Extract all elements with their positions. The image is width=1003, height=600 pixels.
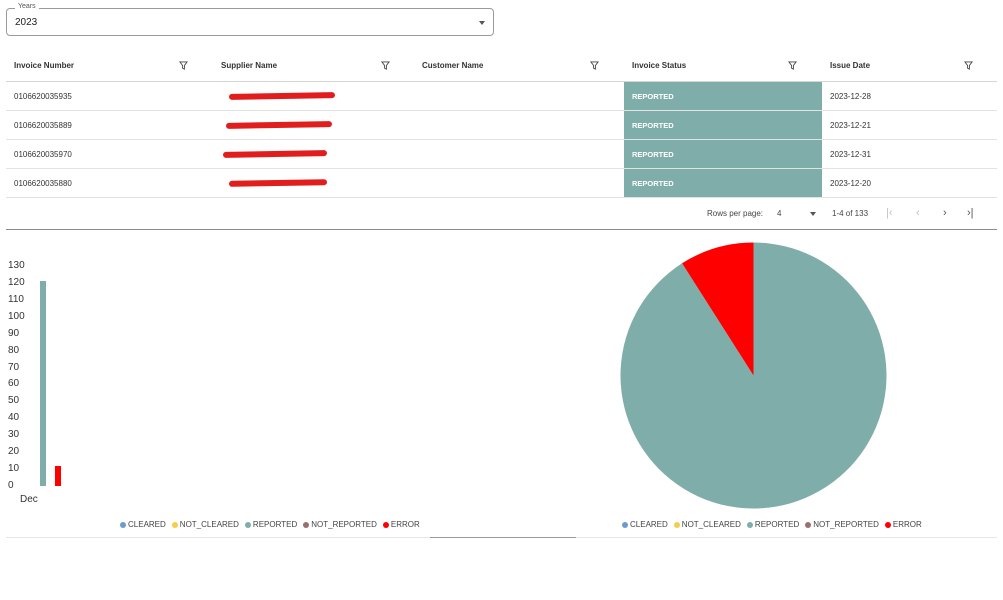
supplier-name-redacted xyxy=(213,111,414,139)
legend-item-cleared[interactable]: CLEARED xyxy=(120,520,166,529)
legend-item-error[interactable]: ERROR xyxy=(884,520,922,529)
y-tick-label: 30 xyxy=(8,429,20,441)
legend-dot-icon xyxy=(382,521,389,528)
y-tick-label: 100 xyxy=(8,310,25,322)
issue-date: 2023-12-31 xyxy=(830,149,871,159)
legend-label: NOT_CLEARED xyxy=(681,520,741,529)
invoice-number: 0106620035880 xyxy=(14,178,72,188)
legend-item-reported[interactable]: REPORTED xyxy=(746,520,800,529)
filter-icon[interactable] xyxy=(964,61,973,70)
status-badge: REPORTED xyxy=(624,140,822,168)
table-row[interactable]: 0106620035889 REPORTED 2023-12-21 xyxy=(6,111,997,140)
issue-date: 2023-12-28 xyxy=(830,91,871,101)
legend-dot-icon xyxy=(805,521,812,528)
bar-chart-legend: CLEARED NOT_CLEARED REPORTED NOT_REPORTED ER… xyxy=(120,520,420,529)
legend-dot-icon xyxy=(244,521,251,528)
legend-dot-icon xyxy=(622,521,628,528)
customer-name xyxy=(414,140,624,168)
invoice-number: 0106620035970 xyxy=(14,149,72,159)
previous-page-icon[interactable]: ‹ xyxy=(916,207,920,219)
legend-label: REPORTED xyxy=(252,520,298,529)
pie-chart xyxy=(620,242,887,509)
supplier-name-redacted xyxy=(213,82,414,110)
table-header: Invoice Number Supplier Name Customer Na… xyxy=(6,50,997,82)
customer-name xyxy=(414,111,624,139)
table-pagination: Rows per page: 4 1-4 of 133 |‹ ‹ › ›| xyxy=(6,199,997,230)
rows-per-page-label: Rows per page: xyxy=(707,209,764,218)
status-badge: REPORTED xyxy=(624,82,822,110)
legend-dot-icon xyxy=(120,521,126,528)
customer-name xyxy=(414,82,624,110)
legend-label: CLEARED xyxy=(630,520,668,529)
legend-item-cleared[interactable]: CLEARED xyxy=(622,520,668,529)
legend-label: NOT_CLEARED xyxy=(179,520,239,529)
legend-item-not-cleared[interactable]: NOT_CLEARED xyxy=(673,520,741,529)
y-tick-label: 0 xyxy=(8,480,14,491)
legend-item-not-cleared[interactable]: NOT_CLEARED xyxy=(171,520,239,529)
legend-label: NOT_REPORTED xyxy=(813,520,879,529)
table-row[interactable]: 0106620035880 REPORTED 2023-12-20 xyxy=(6,169,997,198)
y-tick-label: 20 xyxy=(8,446,20,458)
legend-label: CLEARED xyxy=(128,520,166,529)
customer-name xyxy=(414,169,624,197)
pie-chart-legend: CLEARED NOT_CLEARED REPORTED NOT_REPORTED ER… xyxy=(622,520,922,529)
invoice-number: 0106620035889 xyxy=(14,120,72,130)
supplier-name-redacted xyxy=(213,140,414,168)
legend-dot-icon xyxy=(884,521,891,528)
filter-icon[interactable] xyxy=(381,61,390,70)
chevron-down-icon[interactable] xyxy=(479,21,485,25)
bar-chart: Dec 0 10 20 30 40 50 60 70 80 90 100 110 120 130 xyxy=(0,250,420,540)
issue-date: 2023-12-21 xyxy=(830,120,871,130)
filter-icon[interactable] xyxy=(788,61,797,70)
y-tick-label: 110 xyxy=(8,293,24,305)
invoice-number: 0106620035935 xyxy=(14,91,72,101)
invoice-table: Invoice Number Supplier Name Customer Na… xyxy=(6,50,997,198)
legend-item-not-reported[interactable]: NOT_REPORTED xyxy=(303,520,377,529)
legend-dot-icon xyxy=(746,521,753,528)
legend-item-not-reported[interactable]: NOT_REPORTED xyxy=(805,520,879,529)
years-value: 2023 xyxy=(15,17,38,28)
y-tick-label: 60 xyxy=(8,378,20,390)
y-tick-label: 120 xyxy=(8,276,25,288)
horizontal-scrollbar[interactable] xyxy=(430,537,576,538)
bar-error[interactable] xyxy=(55,465,61,486)
page-range: 1-4 of 133 xyxy=(832,209,869,218)
status-badge: REPORTED xyxy=(624,169,822,197)
y-tick-label: 130 xyxy=(8,260,25,271)
table-row[interactable]: 0106620035970 REPORTED 2023-12-31 xyxy=(6,140,997,169)
y-tick-label: 40 xyxy=(8,412,20,424)
years-select[interactable]: Years 2023 xyxy=(6,3,494,36)
next-page-icon[interactable]: › xyxy=(943,207,947,219)
y-tick-label: 50 xyxy=(8,395,20,407)
table-row[interactable]: 0106620035935 REPORTED 2023-12-28 xyxy=(6,82,997,111)
issue-date: 2023-12-20 xyxy=(830,178,871,188)
legend-dot-icon xyxy=(303,521,310,528)
legend-label: ERROR xyxy=(390,520,420,529)
legend-dot-icon xyxy=(171,521,178,528)
rows-per-page-select[interactable]: 4 xyxy=(777,209,781,218)
supplier-name-redacted xyxy=(213,169,414,197)
bar-reported[interactable] xyxy=(40,281,46,486)
chevron-down-icon[interactable] xyxy=(810,212,816,216)
legend-dot-icon xyxy=(673,521,680,528)
filter-icon[interactable] xyxy=(590,61,599,70)
status-badge: REPORTED xyxy=(624,111,822,139)
y-tick-label: 70 xyxy=(8,361,20,373)
filter-icon[interactable] xyxy=(179,61,188,70)
y-tick-label: 10 xyxy=(8,463,20,475)
first-page-icon[interactable]: |‹ xyxy=(886,207,893,219)
legend-item-error[interactable]: ERROR xyxy=(382,520,420,529)
last-page-icon[interactable]: ›| xyxy=(967,207,974,219)
x-tick-label: Dec xyxy=(20,494,38,505)
legend-label: REPORTED xyxy=(754,520,800,529)
legend-label: ERROR xyxy=(892,520,922,529)
legend-item-reported[interactable]: REPORTED xyxy=(244,520,298,529)
years-label: Years xyxy=(15,3,39,10)
legend-label: NOT_REPORTED xyxy=(311,520,377,529)
y-tick-label: 80 xyxy=(8,344,20,356)
y-tick-label: 90 xyxy=(8,327,20,339)
